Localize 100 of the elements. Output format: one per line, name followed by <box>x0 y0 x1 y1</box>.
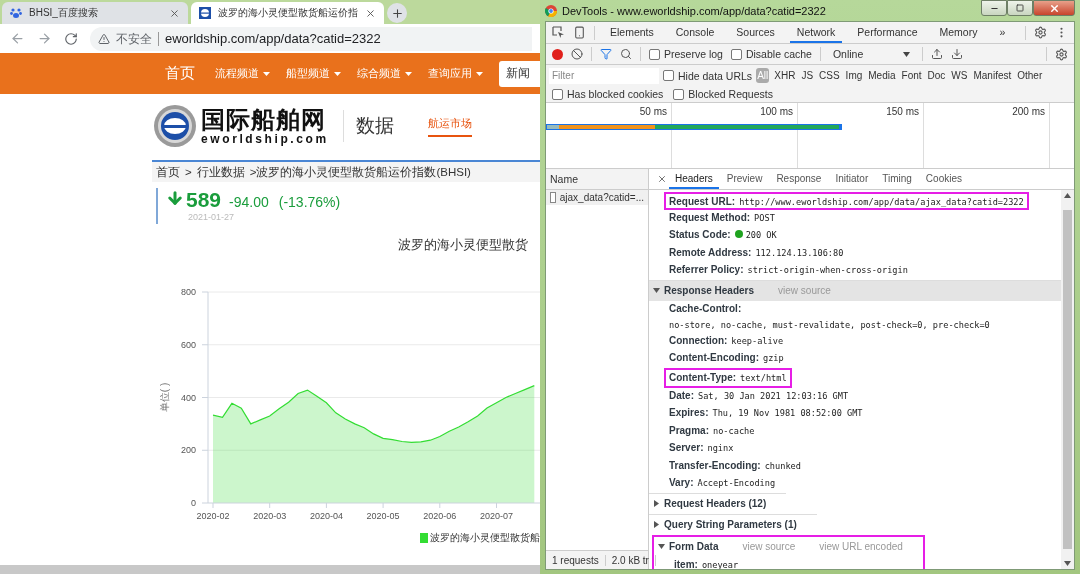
axis-tick-label: 400 <box>180 392 196 403</box>
caret-icon <box>476 71 483 76</box>
record-button[interactable] <box>552 48 563 60</box>
checkbox[interactable] <box>663 70 674 81</box>
minimize-button[interactable] <box>981 0 1007 16</box>
throttling-select[interactable]: Online <box>828 48 915 60</box>
detail-tab[interactable]: Cookies <box>919 169 968 189</box>
header-field: Content-Encoding: gzip <box>666 350 787 368</box>
type-filter-button[interactable]: Manifest <box>972 68 1013 83</box>
detail-tab[interactable]: Initiator <box>829 169 875 189</box>
breadcrumb-item[interactable]: 行业数据 <box>196 164 245 180</box>
axis-tick-label: 2020-06 <box>423 511 457 521</box>
breadcrumb-item[interactable]: 首页 <box>156 164 180 180</box>
checkbox[interactable] <box>673 88 685 100</box>
status-dot-icon <box>734 230 743 238</box>
type-filter-button[interactable]: Img <box>844 68 864 83</box>
url-text: eworldship.com/app/data?catid=2322 <box>165 31 381 46</box>
close-icon[interactable] <box>169 7 180 19</box>
close-icon <box>1048 2 1060 14</box>
section-title[interactable]: Response Headers <box>664 285 755 296</box>
devtools-tab[interactable]: Network <box>789 22 843 43</box>
subnav-link[interactable]: 航运市场 <box>427 115 472 137</box>
address-bar[interactable]: 不安全 eworldship.com/app/data?catid=2322 <box>90 26 532 51</box>
more-tabs-button[interactable]: » <box>992 22 1013 43</box>
header-field: Connection: keep-alive <box>666 332 787 350</box>
type-filter-button[interactable]: Media <box>867 68 897 83</box>
section-title[interactable]: Query String Parameters (1) <box>664 519 797 530</box>
detail-tab[interactable]: Headers <box>669 169 719 189</box>
globe-logo-icon <box>199 7 211 19</box>
settings-icon[interactable] <box>1055 47 1068 61</box>
detail-tab[interactable]: Preview <box>720 169 769 189</box>
collapsed-triangle-icon[interactable] <box>653 500 660 507</box>
close-button[interactable] <box>1033 0 1075 16</box>
warning-icon <box>98 32 110 45</box>
header-field: Request Method: POST <box>666 209 778 227</box>
type-filter-button[interactable]: CSS <box>818 68 841 83</box>
settings-icon[interactable] <box>1034 26 1047 39</box>
axis-tick-label: 600 <box>180 339 196 350</box>
axis-tick-label: 2020-05 <box>366 511 400 521</box>
timeline-tick-label: 50 ms <box>639 106 667 118</box>
type-filter-button[interactable]: Doc <box>926 68 947 83</box>
header-field: Date: Sat, 30 Jan 2021 12:03:16 GMT <box>666 387 852 405</box>
detail-tab[interactable]: Response <box>770 169 828 189</box>
vertical-scrollbar[interactable] <box>1061 190 1074 569</box>
column-header[interactable]: Name <box>546 169 648 190</box>
maximize-button[interactable] <box>1007 0 1033 16</box>
type-filter-button[interactable]: Other <box>1016 68 1044 83</box>
checkbox[interactable] <box>649 48 660 60</box>
filter-icon[interactable] <box>600 48 612 60</box>
header-field: Remote Address: 112.124.13.106:80 <box>666 244 847 262</box>
collapsed-triangle-icon[interactable] <box>653 521 660 528</box>
close-icon[interactable] <box>365 7 376 19</box>
type-filter-button[interactable]: WS <box>950 68 969 83</box>
axis-tick-label: 2020-04 <box>309 511 343 521</box>
new-tab-button[interactable] <box>387 3 407 23</box>
download-icon[interactable] <box>951 48 964 60</box>
globe-logo-icon <box>153 104 197 148</box>
search-icon[interactable] <box>620 48 632 60</box>
section-title[interactable]: Form Data <box>669 541 719 552</box>
search-scope-select[interactable]: 新闻 <box>499 60 540 87</box>
reload-icon[interactable] <box>64 31 78 46</box>
type-filter-button[interactable]: XHR <box>773 68 797 83</box>
inspect-icon[interactable] <box>552 26 565 39</box>
devtools-tab[interactable]: Sources <box>729 22 782 43</box>
scroll-down-icon[interactable] <box>1064 561 1071 566</box>
horizontal-scrollbar[interactable] <box>0 565 540 574</box>
devtools-tab[interactable]: Memory <box>932 22 985 43</box>
checkbox[interactable] <box>552 88 563 100</box>
browser-logo-icon <box>545 4 557 17</box>
request-name: ajax_data?catid=... <box>559 192 644 203</box>
clear-icon[interactable] <box>571 48 583 60</box>
scroll-up-icon[interactable] <box>1064 193 1071 198</box>
devtools-tab[interactable]: Performance <box>850 22 925 43</box>
expanded-triangle-icon[interactable] <box>658 543 665 550</box>
close-icon[interactable] <box>657 174 667 184</box>
type-filter-button[interactable]: Font <box>900 68 923 83</box>
filter-field[interactable]: Filter <box>549 67 659 84</box>
header-field: Pragma: no-cache <box>666 422 758 440</box>
breadcrumb-item: >波罗的海小灵便型散货船运价指数(BHSI) <box>249 164 471 180</box>
request-row[interactable]: ajax_data?catid=... <box>546 190 648 205</box>
back-icon[interactable] <box>10 31 25 46</box>
header-field: Expires: Thu, 19 Nov 1981 08:52:00 GMT <box>666 405 866 423</box>
checkbox[interactable] <box>730 48 742 60</box>
forward-icon[interactable] <box>37 31 52 46</box>
device-icon[interactable] <box>573 26 586 39</box>
browser-tab[interactable]: BHSI_百度搜索 <box>2 2 188 24</box>
index-change: -94.00 <box>229 194 269 210</box>
axis-tick-label: 0 <box>191 498 196 508</box>
header-field: Referrer Policy: strict-origin-when-cross-origin <box>666 262 911 280</box>
devtools-tab[interactable]: Console <box>668 22 722 43</box>
type-filter-button[interactable]: JS <box>800 68 815 83</box>
expanded-triangle-icon[interactable] <box>653 287 660 294</box>
upload-icon[interactable] <box>931 48 944 60</box>
browser-tab[interactable]: 波罗的海小灵便型散货船运价指 <box>191 2 384 24</box>
maximize-icon <box>1016 4 1024 12</box>
devtools-tab[interactable]: Elements <box>603 22 661 43</box>
checkbox-label: Preserve log <box>664 48 723 60</box>
index-date: 2021-01-27 <box>188 212 236 222</box>
section-title[interactable]: Request Headers (12) <box>664 498 767 509</box>
detail-tab[interactable]: Timing <box>876 169 918 189</box>
